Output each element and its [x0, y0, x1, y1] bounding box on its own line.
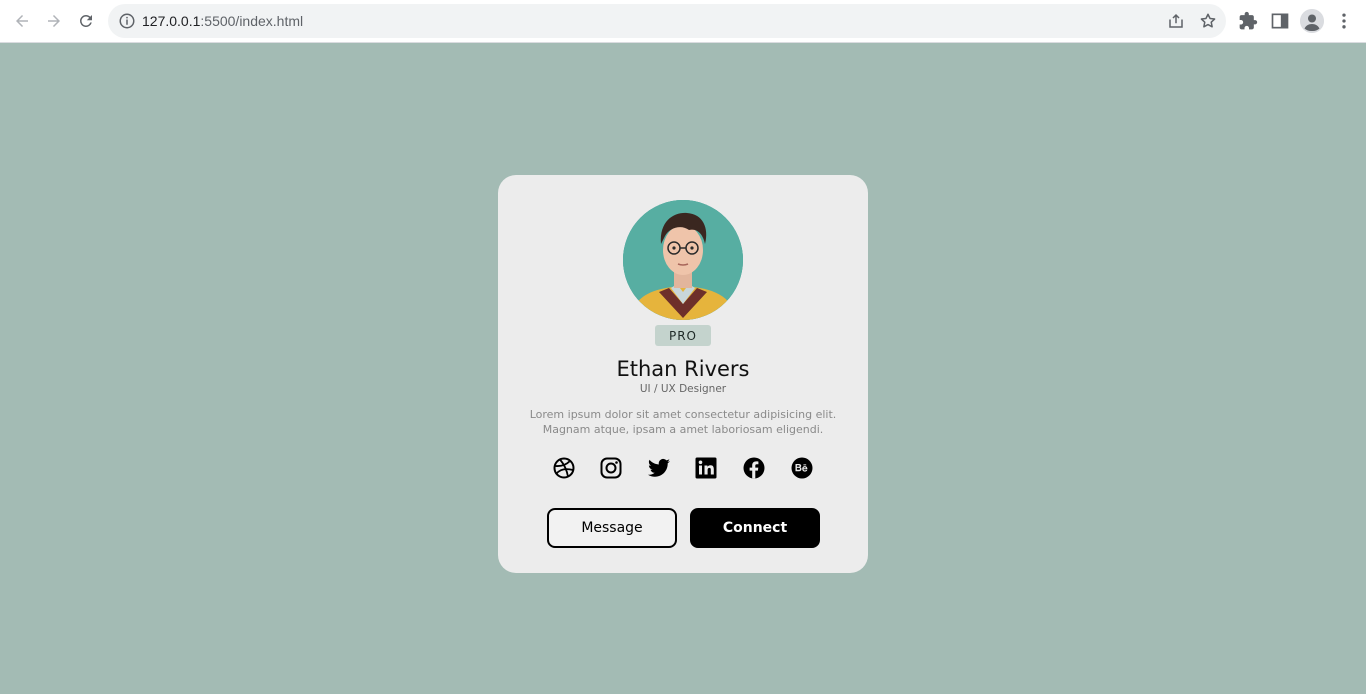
- profile-icon: [1300, 9, 1324, 33]
- profile-role: UI / UX Designer: [639, 383, 727, 395]
- reload-button[interactable]: [73, 8, 99, 34]
- side-panel-button[interactable]: [1270, 11, 1290, 31]
- bio-line: Lorem ipsum dolor sit amet consectetur a…: [529, 408, 837, 421]
- info-icon[interactable]: [118, 12, 136, 30]
- back-icon: [16, 15, 28, 27]
- extensions-button[interactable]: [1238, 11, 1258, 31]
- reload-icon: [79, 14, 92, 27]
- dribbble-link[interactable]: [552, 456, 576, 480]
- avatar-illustration: [623, 200, 743, 320]
- behance-icon: [791, 457, 813, 479]
- social-links: [552, 456, 814, 480]
- url-path: :5500/index.html: [200, 13, 304, 29]
- url-host: 127.0.0.1: [142, 13, 201, 29]
- instagram-link[interactable]: [599, 456, 623, 480]
- menu-icon: [1342, 13, 1346, 29]
- forward-button[interactable]: [41, 8, 67, 34]
- menu-button[interactable]: [1334, 11, 1354, 31]
- profile-avatar: [623, 200, 743, 320]
- profile-bio: Lorem ipsum dolor sit amet consectetur a…: [528, 407, 838, 437]
- profile-card: PRO Ethan Rivers UI / UX Designer Lorem …: [498, 175, 868, 573]
- behance-link[interactable]: [790, 456, 814, 480]
- instagram-icon: [600, 457, 622, 479]
- facebook-icon: [743, 457, 765, 479]
- twitter-icon: [648, 458, 670, 477]
- bio-line: Magnam atque, ipsam a amet laboriosam el…: [542, 423, 824, 436]
- star-icon[interactable]: [1199, 12, 1217, 30]
- profile-button[interactable]: [1300, 9, 1324, 33]
- browser-toolbar: 127.0.0.1:5500/index.html: [0, 0, 1366, 43]
- forward-icon: [48, 15, 60, 27]
- pro-badge: PRO: [655, 325, 711, 346]
- connect-button[interactable]: Connect: [690, 508, 820, 548]
- side-panel-icon: [1271, 13, 1289, 29]
- address-bar[interactable]: 127.0.0.1:5500/index.html: [108, 4, 1226, 38]
- extensions-icon: [1239, 11, 1258, 30]
- linkedin-icon: [695, 457, 717, 479]
- message-button[interactable]: Message: [547, 508, 677, 548]
- back-button[interactable]: [9, 8, 35, 34]
- url-text[interactable]: 127.0.0.1:5500/index.html: [142, 13, 303, 29]
- facebook-link[interactable]: [742, 456, 766, 480]
- linkedin-link[interactable]: [694, 456, 718, 480]
- profile-name: Ethan Rivers: [616, 357, 750, 381]
- twitter-link[interactable]: [647, 456, 671, 480]
- share-icon[interactable]: [1167, 12, 1185, 30]
- dribbble-icon: [553, 457, 575, 479]
